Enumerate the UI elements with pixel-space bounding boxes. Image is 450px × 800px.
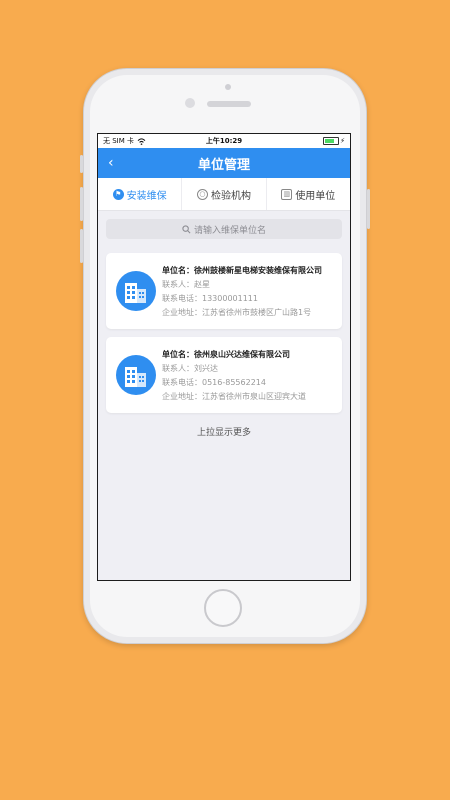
unit-name: 单位名：徐州泉山兴达维保有限公司 bbox=[162, 350, 290, 359]
app-screen: 无 SIM 卡 上午10:29 ⚡ ‹ 单位管理 ⚑ 安装维保 ○ 检验机构 ▥… bbox=[97, 133, 351, 581]
earpiece-speaker bbox=[207, 101, 251, 107]
inspect-icon: ○ bbox=[196, 188, 208, 200]
status-time: 上午10:29 bbox=[205, 137, 243, 145]
contact-person: 联系人：赵星 bbox=[162, 280, 210, 289]
contact-person: 联系人：刘兴达 bbox=[162, 364, 218, 373]
unit-name: 单位名：徐州鼓楼新星电梯安装维保有限公司 bbox=[162, 266, 322, 275]
search-input[interactable]: 请输入维保单位名 bbox=[106, 219, 342, 239]
building-icon bbox=[116, 355, 156, 395]
status-bar: 无 SIM 卡 上午10:29 ⚡ bbox=[98, 134, 350, 148]
proximity-sensor bbox=[225, 84, 231, 90]
list-item[interactable]: 单位名：徐州鼓楼新星电梯安装维保有限公司 联系人：赵星 联系电话：1330000… bbox=[106, 253, 342, 329]
tab-label: 安装维保 bbox=[126, 190, 167, 202]
tab-inspection-agency[interactable]: ○ 检验机构 bbox=[181, 178, 265, 210]
home-button[interactable] bbox=[204, 589, 242, 627]
power-button bbox=[367, 189, 370, 229]
list-item[interactable]: 单位名：徐州泉山兴达维保有限公司 联系人：刘兴达 联系电话：0516-85562… bbox=[106, 337, 342, 413]
back-icon[interactable]: ‹ bbox=[108, 155, 114, 171]
contact-phone: 联系电话：13300001111 bbox=[162, 294, 258, 303]
volume-down-button bbox=[80, 229, 83, 263]
front-camera bbox=[185, 98, 195, 108]
tab-label: 使用单位 bbox=[295, 190, 336, 202]
tab-bar: ⚑ 安装维保 ○ 检验机构 ▥ 使用单位 bbox=[98, 178, 350, 211]
tab-label: 检验机构 bbox=[210, 190, 251, 202]
search-icon bbox=[182, 224, 191, 233]
tab-install-maintenance[interactable]: ⚑ 安装维保 bbox=[98, 178, 181, 210]
battery-icon bbox=[323, 137, 340, 145]
tab-user-unit[interactable]: ▥ 使用单位 bbox=[265, 178, 350, 210]
company-address: 企业地址：江苏省徐州市鼓楼区广山路1号 bbox=[162, 308, 312, 317]
contact-phone: 联系电话：0516-85562214 bbox=[162, 378, 266, 387]
volume-up-button bbox=[80, 187, 83, 221]
mute-switch bbox=[80, 155, 83, 173]
building-icon bbox=[116, 271, 156, 311]
search-placeholder: 请输入维保单位名 bbox=[193, 225, 266, 236]
load-more-hint: 上拉显示更多 bbox=[196, 428, 251, 438]
page-title: 单位管理 bbox=[197, 157, 250, 173]
nav-bar: ‹ 单位管理 bbox=[98, 148, 350, 178]
building-icon: ▥ bbox=[281, 188, 293, 200]
company-address: 企业地址：江苏省徐州市泉山区迎宾大道 bbox=[162, 392, 306, 401]
wrench-icon: ⚑ bbox=[112, 188, 124, 200]
